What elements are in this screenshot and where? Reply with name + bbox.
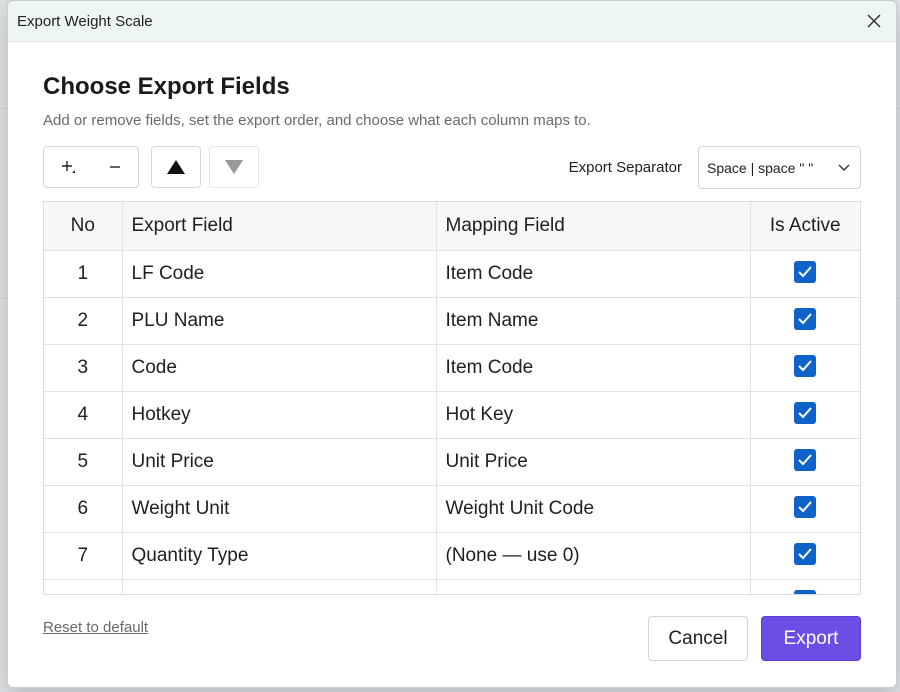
is-active-checkbox[interactable] <box>794 401 817 424</box>
triangle-down-icon <box>225 160 243 174</box>
close-button[interactable] <box>860 7 888 35</box>
is-active-cell <box>750 250 860 298</box>
export-separator-value: Space | space " " <box>707 159 814 176</box>
page-subtitle: Add or remove fields, set the export ord… <box>43 112 591 129</box>
reset-to-default-link[interactable]: Reset to default <box>43 619 148 636</box>
remove-field-button[interactable] <box>91 147 138 187</box>
move-down-button[interactable] <box>209 146 259 188</box>
is-active-checkbox[interactable] <box>794 307 817 330</box>
fields-toolbar: Export Separator Space | space " " <box>43 146 861 190</box>
is-active-checkbox[interactable] <box>794 354 817 377</box>
page-title: Choose Export Fields <box>43 73 290 100</box>
checkmark-icon <box>794 590 816 595</box>
is-active-cell <box>750 532 860 580</box>
export-field-cell[interactable] <box>122 579 437 594</box>
dialog-titlebar: Export Weight Scale <box>8 1 896 42</box>
export-field-cell[interactable]: Unit Price <box>122 438 437 486</box>
is-active-checkbox[interactable] <box>794 495 817 518</box>
checkmark-icon <box>798 360 812 372</box>
column-header-mapping-field: Mapping Field <box>436 202 751 251</box>
column-header-is-active: Is Active <box>750 202 860 251</box>
is-active-cell <box>750 297 860 345</box>
is-active-cell <box>750 438 860 486</box>
cancel-button[interactable]: Cancel <box>648 616 748 661</box>
checkmark-icon <box>798 454 812 466</box>
is-active-checkbox[interactable] <box>794 542 817 565</box>
row-number <box>44 579 123 594</box>
export-field-cell[interactable]: Code <box>122 344 437 392</box>
mapping-field-cell[interactable]: Unit Price <box>436 438 751 486</box>
row-number: 7 <box>44 532 123 580</box>
checkmark-icon <box>798 548 812 560</box>
table-row[interactable]: 6 Weight Unit Weight Unit Code <box>44 485 860 533</box>
table-row[interactable]: 3 Code Item Code <box>44 344 860 392</box>
table-row[interactable]: 4 Hotkey Hot Key <box>44 391 860 439</box>
export-field-cell[interactable]: Weight Unit <box>122 485 437 533</box>
mapping-field-cell[interactable]: Item Name <box>436 297 751 345</box>
export-separator-label: Export Separator <box>568 159 682 176</box>
mapping-field-cell[interactable]: Weight Unit Code <box>436 485 751 533</box>
dialog-content: Choose Export Fields Add or remove field… <box>43 42 861 595</box>
column-header-export-field: Export Field <box>122 202 437 251</box>
table-row[interactable]: 2 PLU Name Item Name <box>44 297 860 345</box>
table-row[interactable] <box>44 579 860 595</box>
export-field-cell[interactable]: LF Code <box>122 250 437 298</box>
export-weight-scale-dialog: Export Weight Scale Choose Export Fields… <box>7 0 897 688</box>
move-up-button[interactable] <box>151 146 201 188</box>
mapping-field-cell[interactable]: Item Code <box>436 250 751 298</box>
is-active-checkbox[interactable] <box>794 260 817 283</box>
minus-icon <box>109 166 120 168</box>
checkmark-icon <box>798 313 812 325</box>
is-active-cell <box>750 391 860 439</box>
checkmark-icon <box>798 266 812 278</box>
export-field-cell[interactable]: PLU Name <box>122 297 437 345</box>
row-number: 6 <box>44 485 123 533</box>
row-number: 1 <box>44 250 123 298</box>
add-field-button[interactable] <box>44 147 91 187</box>
mapping-field-cell[interactable]: Hot Key <box>436 391 751 439</box>
chevron-down-icon <box>838 164 850 171</box>
row-number: 3 <box>44 344 123 392</box>
row-number: 4 <box>44 391 123 439</box>
table-row[interactable]: 7 Quantity Type (None — use 0) <box>44 532 860 580</box>
is-active-cell <box>750 485 860 533</box>
dialog-title: Export Weight Scale <box>17 12 153 30</box>
table-row[interactable]: 5 Unit Price Unit Price <box>44 438 860 486</box>
is-active-checkbox[interactable] <box>794 589 817 595</box>
export-separator-select[interactable]: Space | space " " <box>698 146 861 189</box>
table-row[interactable]: 1 LF Code Item Code <box>44 250 860 298</box>
add-remove-group <box>43 146 139 188</box>
row-number: 5 <box>44 438 123 486</box>
close-icon <box>867 14 881 28</box>
plus-icon <box>61 161 75 173</box>
export-field-cell[interactable]: Hotkey <box>122 391 437 439</box>
triangle-up-icon <box>167 160 185 174</box>
export-button[interactable]: Export <box>761 616 861 661</box>
export-field-cell[interactable]: Quantity Type <box>122 532 437 580</box>
is-active-cell <box>750 344 860 392</box>
checkmark-icon <box>798 407 812 419</box>
is-active-checkbox[interactable] <box>794 448 817 471</box>
table-header-row: No Export Field Mapping Field Is Active <box>44 202 860 251</box>
checkmark-icon <box>798 501 812 513</box>
mapping-field-cell[interactable]: (None — use 0) <box>436 532 751 580</box>
row-number: 2 <box>44 297 123 345</box>
mapping-field-cell[interactable] <box>436 579 751 594</box>
is-active-cell <box>750 579 860 595</box>
column-header-no: No <box>44 202 123 251</box>
mapping-field-cell[interactable]: Item Code <box>436 344 751 392</box>
export-fields-table: No Export Field Mapping Field Is Active … <box>43 201 861 595</box>
